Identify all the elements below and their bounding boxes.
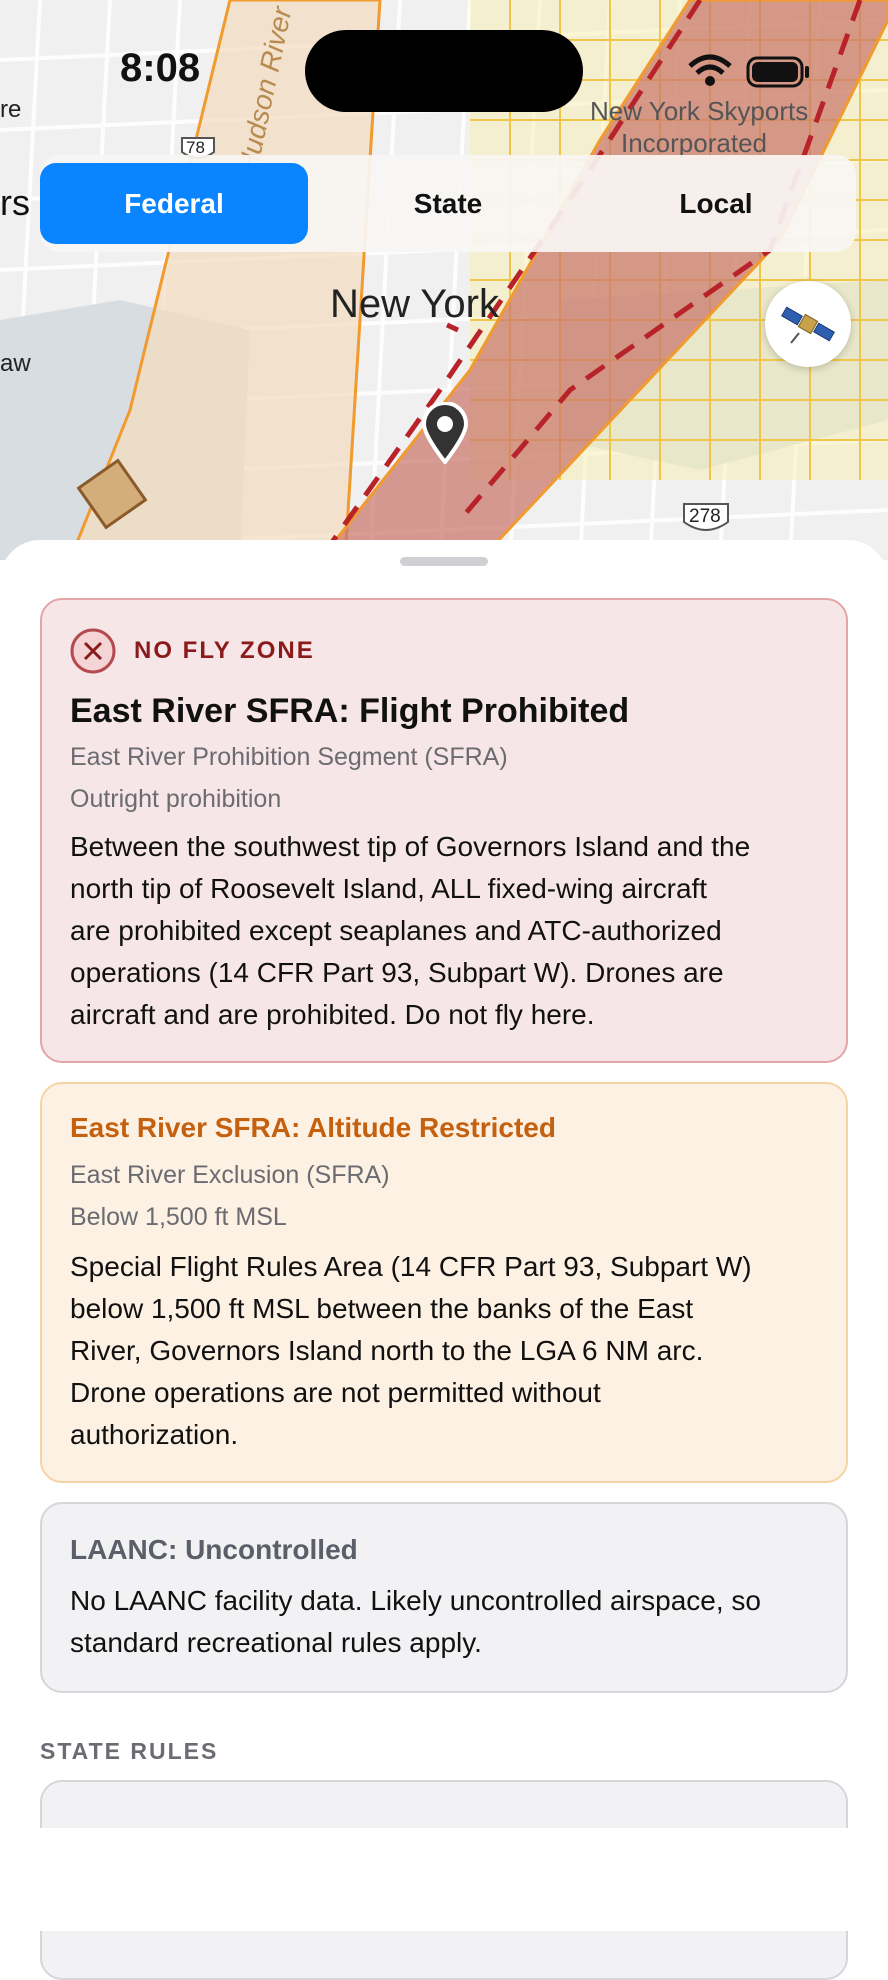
tab-local[interactable]: Local <box>582 163 850 244</box>
satellite-view-button[interactable] <box>765 281 851 367</box>
restricted-subtitle: East River Exclusion (SFRA) <box>70 1161 390 1189</box>
description-line: Drone operations are not permitted witho… <box>70 1377 601 1408</box>
restricted-title: East River SFRA: Altitude Restricted <box>70 1112 556 1143</box>
description-line: No LAANC facility data. Likely uncontrol… <box>70 1585 762 1616</box>
status-icons <box>688 50 818 94</box>
description-line: are prohibited except seaplanes and ATC-… <box>70 915 722 946</box>
state-rules-heading: STATE RULES <box>40 1738 219 1764</box>
no-fly-subtitle: East River Prohibition Segment (SFRA) <box>70 743 508 771</box>
wifi-icon <box>688 54 732 86</box>
altitude-restricted-card[interactable]: East River SFRA: Altitude Restricted Eas… <box>40 1082 848 1483</box>
description-line: Between the southwest tip of Governors I… <box>70 831 751 862</box>
description-line: aircraft and are prohibited. Do not fly … <box>70 999 595 1030</box>
dynamic-island <box>305 30 583 112</box>
no-fly-description: Between the southwest tip of Governors I… <box>70 826 830 1036</box>
status-time: 8:08 <box>120 46 201 90</box>
description-line: authorization. <box>70 1419 239 1450</box>
no-fly-zone-card[interactable]: NO FLY ZONE East River SFRA: Flight Proh… <box>40 598 848 1063</box>
map-label-edge-rs: rs <box>0 182 30 223</box>
description-line: Special Flight Rules Area (14 CFR Part 9… <box>70 1251 752 1282</box>
location-pin-icon[interactable] <box>420 401 470 466</box>
description-line: below 1,500 ft MSL between the banks of … <box>70 1293 694 1324</box>
restricted-description: Special Flight Rules Area (14 CFR Part 9… <box>70 1246 830 1456</box>
map-label-edge-aw: aw <box>0 350 31 377</box>
bottom-fade <box>0 1828 888 1931</box>
sheet-grabber[interactable] <box>400 557 488 566</box>
restricted-detail: Below 1,500 ft MSL <box>70 1203 287 1231</box>
map-label-edge-re: re <box>0 96 22 123</box>
map-label-new-york: New York <box>330 282 499 326</box>
no-fly-badge: NO FLY ZONE <box>134 637 315 664</box>
description-line: operations (14 CFR Part 93, Subpart W). … <box>70 957 724 988</box>
jurisdiction-tabs: Federal State Local <box>40 155 856 252</box>
map-label-skyports-1: New York Skyports <box>590 96 809 126</box>
tab-federal[interactable]: Federal <box>40 163 308 244</box>
tab-state[interactable]: State <box>314 163 582 244</box>
description-line: River, Governors Island north to the LGA… <box>70 1335 704 1366</box>
no-fly-title: East River SFRA: Flight Prohibited <box>70 692 630 730</box>
laanc-title: LAANC: Uncontrolled <box>70 1534 358 1565</box>
no-fly-detail: Outright prohibition <box>70 785 282 813</box>
description-line: north tip of Roosevelt Island, ALL fixed… <box>70 873 708 904</box>
battery-icon <box>746 56 809 88</box>
description-line: standard recreational rules apply. <box>70 1627 482 1658</box>
close-circle-icon <box>70 628 116 674</box>
laanc-card[interactable]: LAANC: Uncontrolled No LAANC facility da… <box>40 1502 848 1693</box>
route-278-label: 278 <box>689 506 721 527</box>
satellite-icon <box>781 297 835 351</box>
laanc-description: No LAANC facility data. Likely uncontrol… <box>70 1580 830 1664</box>
